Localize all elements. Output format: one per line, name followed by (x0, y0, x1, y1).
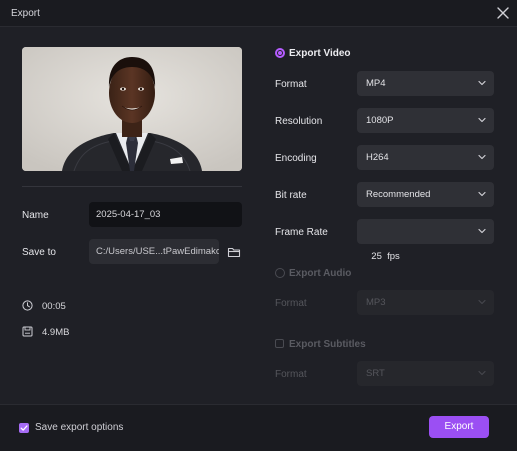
checkmark-icon (20, 425, 28, 431)
name-label: Name (22, 210, 49, 221)
subtitles-format-value: SRT (366, 368, 385, 379)
chevron-down-icon (478, 299, 486, 305)
title-bar: Export (0, 0, 517, 27)
chevron-down-icon (478, 154, 486, 160)
export-subtitles-checkbox[interactable] (275, 339, 284, 348)
file-size-value: 4.9MB (42, 327, 70, 338)
resolution-label: Resolution (275, 116, 323, 127)
export-button[interactable]: Export (429, 416, 489, 438)
file-size-icon (22, 326, 33, 337)
browse-folder-button[interactable] (227, 245, 241, 259)
chevron-down-icon (478, 191, 486, 197)
chevron-down-icon (478, 370, 486, 376)
clock-icon (22, 300, 33, 311)
export-video-title: Export Video (289, 48, 351, 59)
save-path-field[interactable]: C:/Users/USE...tPawEdimakor (89, 239, 219, 264)
duration-value: 00:05 (42, 301, 66, 312)
subtitles-format-select: SRT (357, 361, 494, 386)
chevron-down-icon (478, 117, 486, 123)
frame-rate-value: 25 fps (371, 251, 400, 262)
encoding-select[interactable]: H264 (357, 145, 494, 170)
format-value: MP4 (366, 78, 386, 89)
video-preview-thumbnail (22, 47, 242, 171)
audio-format-label: Format (275, 298, 307, 309)
export-audio-title: Export Audio (289, 268, 352, 279)
chevron-down-icon (478, 228, 486, 234)
format-select[interactable]: MP4 (357, 71, 494, 96)
frame-rate-label: Frame Rate (275, 227, 328, 238)
window-title: Export (11, 8, 40, 19)
save-export-options-checkbox[interactable] (19, 423, 29, 433)
resolution-select[interactable]: 1080P (357, 108, 494, 133)
bit-rate-label: Bit rate (275, 190, 307, 201)
export-subtitles-title: Export Subtitles (289, 339, 366, 350)
resolution-value: 1080P (366, 115, 394, 126)
export-audio-radio[interactable] (275, 268, 285, 278)
chevron-down-icon (478, 80, 486, 86)
left-divider (22, 186, 242, 187)
bit-rate-select[interactable]: Recommended (357, 182, 494, 207)
audio-format-select: MP3 (357, 290, 494, 315)
encoding-label: Encoding (275, 153, 317, 164)
close-button[interactable] (495, 5, 511, 21)
name-input[interactable]: 2025-04-17_03 (89, 202, 242, 227)
bit-rate-value: Recommended (366, 189, 431, 200)
subtitles-format-label: Format (275, 369, 307, 380)
close-icon (497, 7, 509, 19)
frame-rate-select[interactable]: 25 fps (357, 219, 494, 262)
export-video-radio[interactable] (275, 48, 285, 58)
audio-format-value: MP3 (366, 297, 386, 308)
encoding-value: H264 (366, 152, 389, 163)
save-export-options-label[interactable]: Save export options (35, 422, 123, 433)
folder-icon (227, 247, 241, 258)
format-label: Format (275, 79, 307, 90)
save-to-label: Save to (22, 247, 56, 258)
